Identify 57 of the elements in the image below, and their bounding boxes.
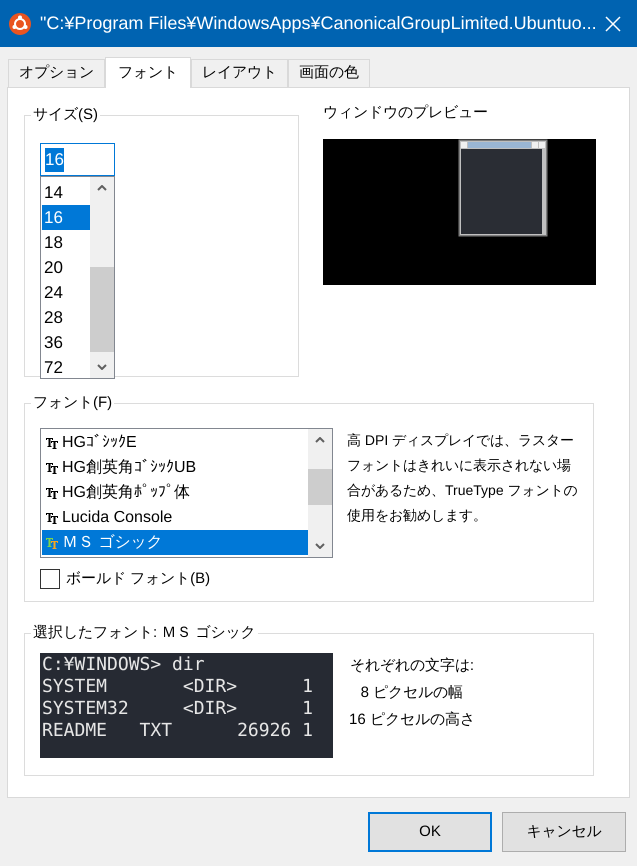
font-name: HGｺﾞｼｯｸE [62, 432, 137, 452]
truetype-icon [46, 536, 58, 548]
list-item[interactable]: Lucida Console [42, 505, 308, 530]
list-item[interactable]: 28 [42, 305, 90, 330]
group-label: フォント(F) [31, 393, 114, 413]
font-name: Lucida Console [62, 508, 172, 528]
scroll-up-icon[interactable] [315, 437, 325, 443]
list-item[interactable]: 14 [42, 180, 90, 205]
list-item[interactable]: HG創英角ﾎﾟｯﾌﾟ体 [42, 480, 308, 505]
font-note: 高 DPI ディスプレイでは、ラスターフォントはきれいに表示されない場合があるため、TrueType フォントの使用をお勧めします。 [347, 431, 579, 525]
list-item[interactable]: HGｺﾞｼｯｸE [42, 430, 308, 455]
close-icon[interactable] [605, 16, 621, 32]
sample-line: README TXT 26926 1 [42, 720, 314, 742]
char-size-text: 16 ピクセルの高さ [349, 710, 475, 730]
list-item[interactable]: ＭＳ ゴシック [42, 530, 308, 555]
truetype-icon [46, 436, 58, 448]
list-item[interactable]: HG創英角ｺﾞｼｯｸUB [42, 455, 308, 480]
window-title: "C:¥Program Files¥WindowsApps¥CanonicalGroupLimited.Ubuntuo... [40, 12, 597, 35]
sample-line: C:¥WINDOWS> dir [42, 654, 206, 676]
font-name: HG創英角ｺﾞｼｯｸUB [62, 458, 196, 478]
font-list[interactable]: HGｺﾞｼｯｸE HG創英角ｺﾞｼｯｸUB HG創英角ﾎﾟｯﾌﾟ体 Lucida Console ＭＳ ゴシック [40, 428, 333, 558]
char-size-text: それぞれの文字は: [350, 656, 474, 676]
sample-line: SYSTEM32 <DIR> 1 [42, 698, 314, 720]
scrollbar[interactable] [90, 177, 114, 378]
scroll-thumb[interactable] [90, 267, 114, 352]
list-item[interactable]: 72 [42, 355, 90, 380]
char-size-text: 8 ピクセルの幅 [360, 683, 464, 703]
input-value: 16 [45, 148, 64, 172]
scroll-thumb[interactable] [308, 469, 332, 505]
list-item[interactable]: 36 [42, 330, 90, 355]
app-logo-icon [8, 12, 32, 36]
scroll-down-icon[interactable] [315, 543, 325, 549]
bold-checkbox[interactable]: ボールド フォント(B) [40, 568, 333, 590]
truetype-icon [46, 462, 58, 474]
scroll-up-icon[interactable] [97, 185, 107, 191]
scrollbar[interactable] [308, 429, 332, 557]
tab[interactable]: レイアウト [191, 59, 288, 87]
font-name: ＭＳ ゴシック [62, 532, 162, 552]
truetype-icon [46, 486, 58, 498]
tab[interactable]: オプション [8, 59, 105, 87]
group-label: サイズ(S) [31, 105, 100, 125]
sample-line: SYSTEM <DIR> 1 [42, 676, 314, 698]
tab[interactable]: フォント [105, 57, 191, 88]
tab[interactable]: 画面の色 [288, 59, 370, 87]
checkbox-label: ボールド フォント(B) [66, 569, 210, 589]
list-item[interactable]: 20 [42, 255, 90, 280]
list-item[interactable]: 16 [42, 205, 90, 230]
dialog-button[interactable]: キャンセル [502, 812, 626, 852]
scroll-down-icon[interactable] [97, 364, 107, 370]
list-item[interactable]: 24 [42, 280, 90, 305]
font-name: HG創英角ﾎﾟｯﾌﾟ体 [62, 482, 190, 502]
dialog-button[interactable]: OK [368, 812, 492, 852]
truetype-icon [46, 512, 58, 524]
size-list[interactable]: 14 16 18 20 24 28 36 72 [40, 176, 115, 379]
checkbox[interactable] [40, 569, 60, 590]
preview-label: ウィンドウのプレビュー [323, 103, 489, 123]
list-item[interactable]: 18 [42, 230, 90, 255]
